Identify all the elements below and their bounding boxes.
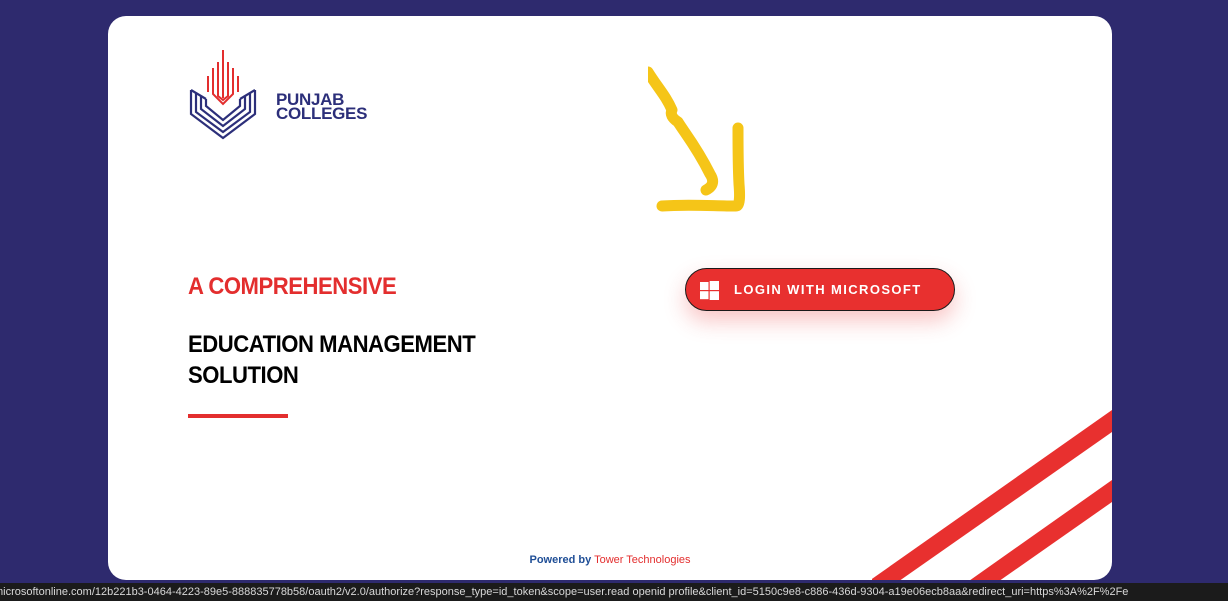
- login-button-label: LOGIN WITH MICROSOFT: [734, 282, 922, 297]
- powered-by-footer: Powered by Tower Technologies: [108, 554, 1112, 566]
- hero-tagline-red: A COMPREHENSIVE: [188, 273, 397, 300]
- brand-line-2: COLLEGES: [276, 104, 368, 123]
- brand-wordmark: PUNJAB COLLEGES: [276, 91, 368, 123]
- status-url: microsoftonline.com/12b221b3-0464-4223-8…: [0, 586, 1129, 598]
- powered-by-label: Powered by: [529, 554, 592, 566]
- browser-status-bar: microsoftonline.com/12b221b3-0464-4223-8…: [0, 583, 1228, 601]
- logo-emblem-icon: [189, 50, 257, 140]
- company-link[interactable]: Tower Technologies: [594, 554, 690, 566]
- login-with-microsoft-button[interactable]: LOGIN WITH MICROSOFT: [685, 268, 955, 311]
- login-card: PUNJAB COLLEGES A COMPREHENSIVE EDUCATIO…: [108, 16, 1112, 580]
- windows-icon: [700, 281, 719, 300]
- hero-tagline-main: EDUCATION MANAGEMENT SOLUTION: [188, 331, 476, 389]
- page: PUNJAB COLLEGES A COMPREHENSIVE EDUCATIO…: [0, 0, 1228, 601]
- annotation-arrow-icon: [648, 66, 746, 212]
- punjab-colleges-logo: PUNJAB COLLEGES: [188, 48, 378, 143]
- accent-divider: [188, 414, 288, 418]
